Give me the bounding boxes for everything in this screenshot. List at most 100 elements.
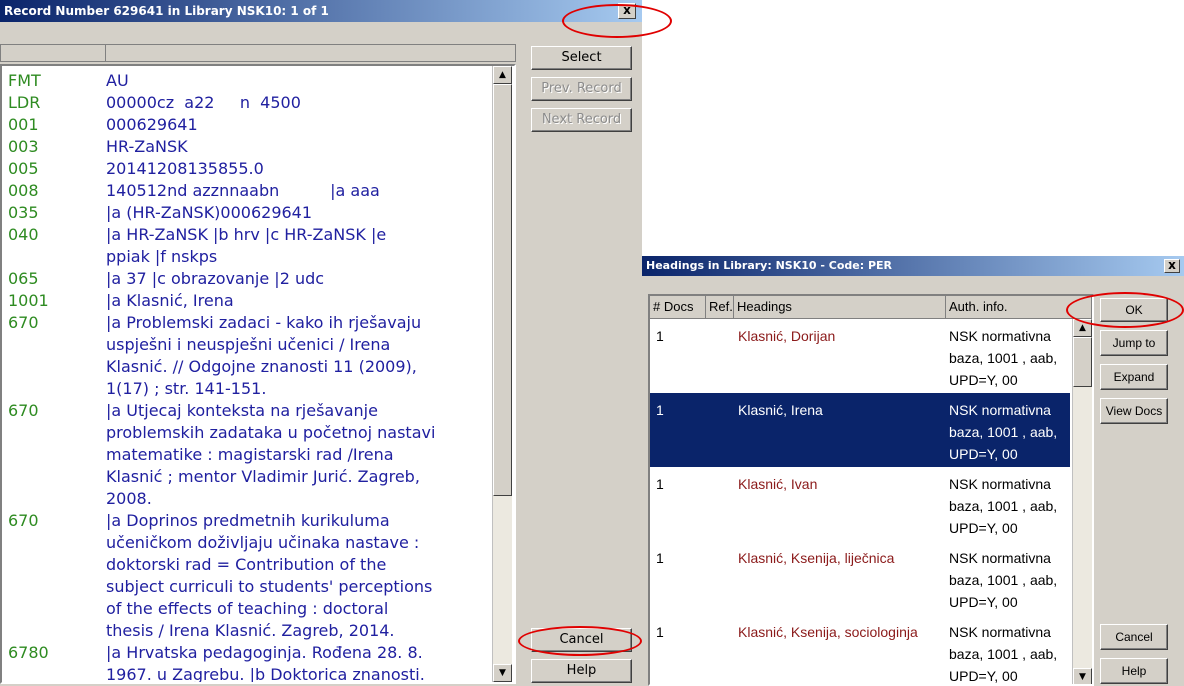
select-button[interactable]: Select [531,46,632,70]
field-value-line: |a Klasnić, Irena [106,291,234,310]
jump-to-button[interactable]: Jump to [1100,330,1168,356]
headings-help-button[interactable]: Help [1100,658,1168,684]
record-field-row: 065 |a 37 |c obrazovanje |2 udc [2,268,514,290]
column-ref[interactable]: Ref. [706,296,734,318]
record-scrollbar[interactable]: ▲ ▼ [492,66,512,682]
headings-list[interactable]: # Docs Ref. Headings Auth. info. 1 Klasni… [648,294,1094,686]
field-value-line: |a 37 |c obrazovanje |2 udc [106,269,325,288]
heading-docs-count: 1 [656,624,664,640]
heading-row[interactable]: 1 Klasnić, Ksenija, sociologinja NSK norma… [650,615,1070,684]
field-tag: 001 [8,115,39,134]
heading-auth-info-line: UPD=Y, 00 [949,594,1018,610]
record-field-list[interactable]: FMT AU LDR 00000cz a22 n 4500 001 000629641 00… [0,64,516,684]
field-value-line: 1(17) ; str. 141-151. [106,379,267,398]
ok-button[interactable]: OK [1100,298,1168,322]
heading-row[interactable]: 1 Klasnić, Irena NSK normativna baza, 1001 … [650,393,1070,467]
headings-cancel-button[interactable]: Cancel [1100,624,1168,650]
field-value-line: AU [106,71,129,90]
headings-list-header: # Docs Ref. Headings Auth. info. [650,296,1092,319]
heading-auth-info-line: baza, 1001 , aab, [949,350,1058,366]
field-value-line: |a Hrvatska pedagoginja. Rođena 28. 8. [106,643,423,662]
field-value-line: |a Problemski zadaci - kako ih rješavaju [106,313,422,332]
record-field-row: LDR 00000cz a22 n 4500 [2,92,514,114]
field-tag: 670 [8,401,39,420]
field-tag: 670 [8,313,39,332]
heading-auth-info-line: baza, 1001 , aab, [949,646,1058,662]
headings-close-button[interactable]: x [1164,259,1180,273]
field-value-line: ppiak |f nskps [106,247,218,266]
view-docs-button[interactable]: View Docs [1100,398,1168,424]
heading-docs-count: 1 [656,328,664,344]
heading-auth-info-line: baza, 1001 , aab, [949,572,1058,588]
heading-docs-count: 1 [656,476,664,492]
record-field-row: 670 |a Doprinos predmetnih kurikuluma učen… [2,510,514,642]
heading-name: Klasnić, Ksenija, liječnica [738,550,895,566]
heading-auth-info-line: UPD=Y, 00 [949,372,1018,388]
expand-button[interactable]: Expand [1100,364,1168,390]
heading-name: Klasnić, Ksenija, sociologinja [738,624,918,640]
headings-window: Headings in Library: NSK10 - Code: PER x… [642,256,1184,686]
heading-name: Klasnić, Dorijan [738,328,836,344]
heading-auth-info-line: UPD=Y, 00 [949,668,1018,684]
field-value-line: |a Utjecaj konteksta na rješavanje [106,401,378,420]
heading-row[interactable]: 1 Klasnić, Ksenija, liječnica NSK normativ… [650,541,1070,615]
field-tag: 065 [8,269,39,288]
field-value-line: 00000cz a22 n 4500 [106,93,301,112]
heading-row[interactable]: 1 Klasnić, Dorijan NSK normativna baza, 100… [650,319,1070,393]
header-divider [105,45,106,61]
heading-auth-info-line: NSK normativna [949,402,1051,418]
headings-scroll-thumb[interactable] [1073,337,1092,387]
heading-docs-count: 1 [656,550,664,566]
field-value-line: |a HR-ZaNSK |b hrv |c HR-ZaNSK |e [106,225,387,244]
headings-window-title: Headings in Library: NSK10 - Code: PER [642,256,1184,276]
field-value-line: doktorski rad = Contribution of the [106,555,387,574]
record-list-header [0,44,516,62]
record-field-row: 008 140512nd azznnaabn |a aaa [2,180,514,202]
field-value-line: thesis / Irena Klasnić. Zagreb, 2014. [106,621,395,640]
cancel-button[interactable]: Cancel [531,628,632,652]
record-window: Record Number 629641 in Library NSK10: 1… [0,0,642,686]
heading-row[interactable]: 1 Klasnić, Ivan NSK normativna baza, 1001 ,… [650,467,1070,541]
field-value-line: Klasnić ; mentor Vladimir Jurić. Zagreb, [106,467,420,486]
heading-auth-info-line: UPD=Y, 00 [949,446,1018,462]
record-field-row: 005 20141208135855.0 [2,158,514,180]
field-value-line: 140512nd azznnaabn |a aaa [106,181,380,200]
field-value-line: 000629641 [106,115,198,134]
field-tag: 6780 [8,643,49,662]
column-docs[interactable]: # Docs [650,296,706,318]
column-auth-info[interactable]: Auth. info. [946,296,1092,318]
field-value-line: 2008. [106,489,152,508]
field-tag: LDR [8,93,41,112]
prev-record-button[interactable]: Prev. Record [531,77,632,101]
record-window-title: Record Number 629641 in Library NSK10: 1… [0,0,642,22]
scroll-down-arrow-icon[interactable]: ▼ [493,664,512,682]
record-close-button[interactable]: x [618,3,636,19]
heading-auth-info-line: NSK normativna [949,328,1051,344]
field-value-line: 20141208135855.0 [106,159,264,178]
scroll-thumb[interactable] [493,84,512,496]
field-value-line: HR-ZaNSK [106,137,188,156]
column-headings[interactable]: Headings [734,296,946,318]
field-value-line: matematike : magistarski rad /Irena [106,445,394,464]
field-tag: 008 [8,181,39,200]
field-value-line: subject curriculi to students' perceptio… [106,577,433,596]
heading-auth-info-line: NSK normativna [949,476,1051,492]
field-value-line: of the effects of teaching : doctoral [106,599,389,618]
field-tag: FMT [8,71,41,90]
headings-scroll-up-arrow-icon[interactable]: ▲ [1073,319,1092,337]
scroll-up-arrow-icon[interactable]: ▲ [493,66,512,84]
record-field-row: 670 |a Problemski zadaci - kako ih rješav… [2,312,514,400]
heading-auth-info-line: NSK normativna [949,624,1051,640]
headings-scroll-down-arrow-icon[interactable]: ▼ [1073,668,1092,684]
help-button[interactable]: Help [531,659,632,683]
headings-scrollbar[interactable]: ▲ ▼ [1072,319,1092,684]
record-field-row: 001 000629641 [2,114,514,136]
field-tag: 040 [8,225,39,244]
heading-auth-info-line: UPD=Y, 00 [949,520,1018,536]
headings-rows: 1 Klasnić, Dorijan NSK normativna baza, 100… [650,319,1070,684]
heading-auth-info-line: NSK normativna [949,550,1051,566]
heading-docs-count: 1 [656,402,664,418]
next-record-button[interactable]: Next Record [531,108,632,132]
record-field-row: FMT AU [2,70,514,92]
record-field-row: 035 |a (HR-ZaNSK)000629641 [2,202,514,224]
